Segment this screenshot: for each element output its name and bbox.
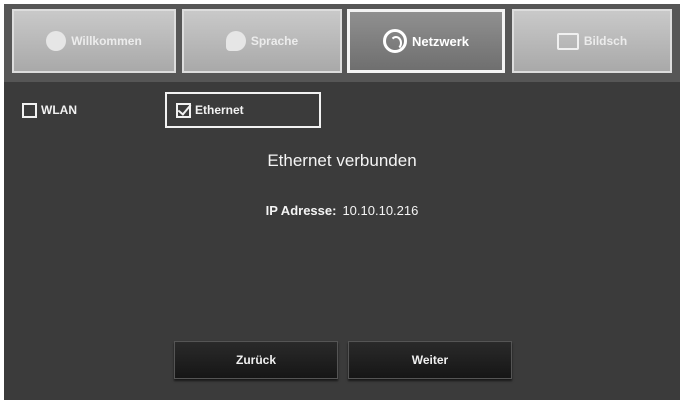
- speech-bubble-icon: [225, 31, 246, 51]
- back-button[interactable]: Zurück: [174, 341, 338, 379]
- tab-network[interactable]: Netzwerk: [347, 9, 505, 73]
- wlan-option[interactable]: WLAN: [22, 98, 77, 122]
- next-button[interactable]: Weiter: [348, 341, 512, 379]
- ip-address-value: 10.10.10.216: [342, 203, 419, 218]
- ethernet-checkbox[interactable]: [176, 102, 191, 118]
- tab-language[interactable]: Sprache: [182, 9, 342, 73]
- connection-type-row: WLAN Ethernet: [4, 92, 680, 128]
- ethernet-option[interactable]: Ethernet: [165, 92, 321, 128]
- ip-address-label: IP Adresse:: [265, 203, 337, 218]
- welcome-icon: [46, 31, 67, 51]
- tab-welcome[interactable]: Willkommen: [12, 9, 176, 73]
- wlan-checkbox[interactable]: [22, 102, 37, 118]
- setup-screen: Willkommen Sprache Netzwerk Bildsch WLAN…: [4, 4, 680, 400]
- tab-bar: Willkommen Sprache Netzwerk Bildsch: [4, 4, 680, 82]
- screen-icon: [556, 32, 579, 50]
- tab-screen[interactable]: Bildsch: [512, 9, 672, 73]
- wlan-label: WLAN: [41, 103, 77, 117]
- tab-network-label: Netzwerk: [411, 33, 470, 49]
- tab-language-label: Sprache: [250, 34, 299, 48]
- ethernet-label: Ethernet: [195, 103, 244, 117]
- tab-welcome-label: Willkommen: [71, 34, 142, 48]
- tab-screen-label: Bildsch: [583, 34, 628, 48]
- ip-address-line: IP Adresse: 10.10.10.216: [4, 203, 680, 218]
- connection-status: Ethernet verbunden: [267, 151, 417, 170]
- network-icon: [382, 29, 407, 53]
